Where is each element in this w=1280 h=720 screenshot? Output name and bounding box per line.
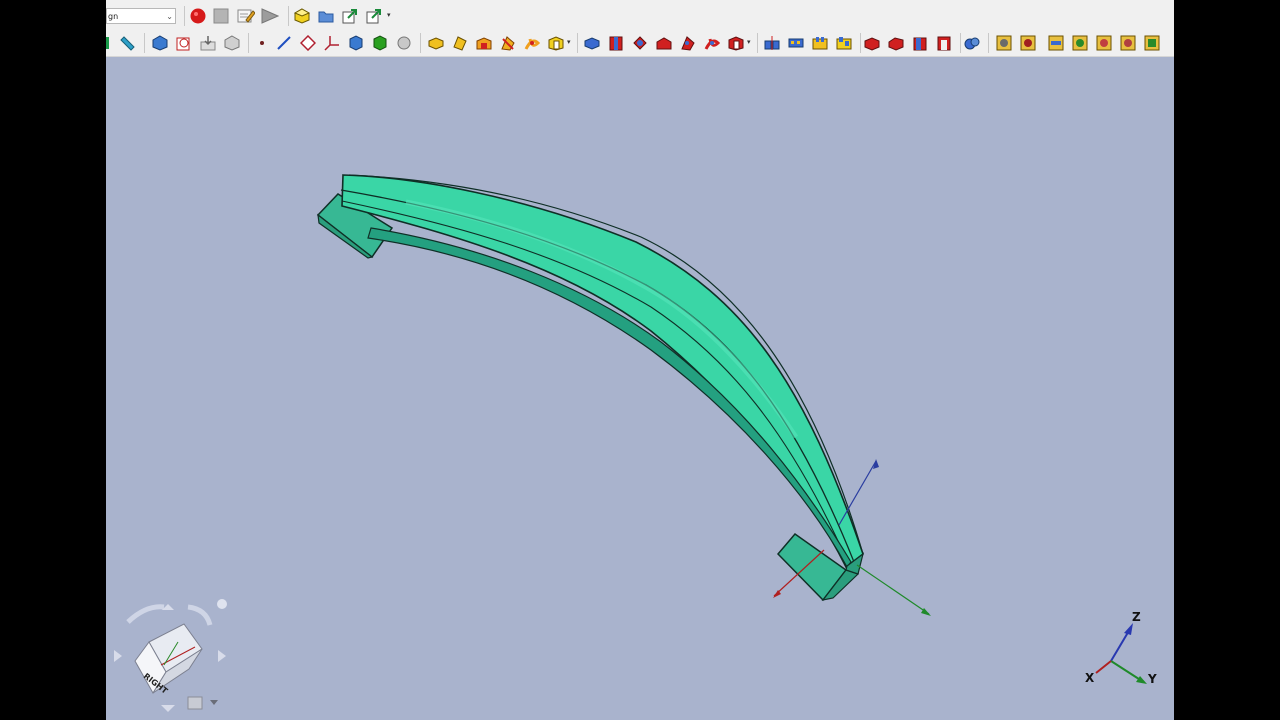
sprocket-icon[interactable] xyxy=(996,35,1012,51)
navigation-cube[interactable]: RIGHT xyxy=(114,599,227,712)
toolbar-separator xyxy=(184,6,185,26)
linear-pattern-icon[interactable] xyxy=(788,35,804,51)
settings-gear-icon[interactable] xyxy=(1120,35,1136,51)
multitransform-icon[interactable] xyxy=(836,35,852,51)
axis-z-label: Z xyxy=(1132,610,1141,624)
sheet-metal-icon[interactable] xyxy=(1144,35,1160,51)
rotate-right-icon xyxy=(218,650,226,662)
edit-macro-icon[interactable] xyxy=(237,8,255,24)
link-icon[interactable] xyxy=(342,8,358,24)
shape-binder-icon[interactable] xyxy=(348,35,364,51)
workbench-selector[interactable]: gn ⌄ xyxy=(106,8,176,24)
clone-icon[interactable] xyxy=(224,35,240,51)
involute-gear-icon[interactable] xyxy=(1020,35,1036,51)
chevron-down-icon[interactable]: ▾ xyxy=(387,11,391,19)
revolution-icon[interactable] xyxy=(452,35,468,51)
chevron-down-icon: ⌄ xyxy=(166,12,173,21)
draft-icon[interactable] xyxy=(912,35,928,51)
mirrored-icon[interactable] xyxy=(764,35,780,51)
datum-point-icon[interactable] xyxy=(254,35,270,51)
pocket-icon[interactable] xyxy=(584,35,600,51)
wizard-shaft-icon[interactable] xyxy=(1072,35,1088,51)
datum-plane-icon[interactable] xyxy=(300,35,316,51)
subtractive-pipe-icon[interactable] xyxy=(680,35,696,51)
handle-model[interactable] xyxy=(316,174,864,602)
toolbar-separator xyxy=(288,6,289,26)
shaft-design-icon[interactable] xyxy=(1048,35,1064,51)
rotate-down-icon xyxy=(161,705,175,712)
toolbar-edge-icon xyxy=(106,35,110,51)
chamfer-icon[interactable] xyxy=(888,35,904,51)
hole-icon[interactable] xyxy=(608,35,624,51)
body-icon[interactable] xyxy=(152,35,168,51)
subshape-binder-icon[interactable] xyxy=(372,35,388,51)
additive-helix-icon[interactable] xyxy=(524,35,540,51)
chevron-down-icon[interactable]: ▾ xyxy=(747,38,751,46)
stop-macro-icon[interactable] xyxy=(213,8,229,24)
axis-y-label: Y xyxy=(1147,672,1157,686)
axis-triad: Z Y X xyxy=(1085,610,1157,686)
additive-primitive-icon[interactable] xyxy=(548,35,564,51)
toolbar-separator xyxy=(420,33,421,53)
workbench-selector-value: gn xyxy=(108,12,119,21)
fillet-icon[interactable] xyxy=(864,35,880,51)
subtractive-loft-icon[interactable] xyxy=(656,35,672,51)
record-macro-icon[interactable] xyxy=(190,8,206,24)
part-container-icon[interactable] xyxy=(294,8,310,24)
toolbar-separator xyxy=(757,33,758,53)
pad-icon[interactable] xyxy=(428,35,444,51)
axis-x-label: X xyxy=(1085,671,1095,685)
groove-icon[interactable] xyxy=(632,35,648,51)
3d-viewport[interactable]: RIGHT Z Y X xyxy=(106,57,1174,720)
additive-pipe-icon[interactable] xyxy=(500,35,516,51)
boolean-icon[interactable] xyxy=(964,35,980,51)
view-menu-dot-icon xyxy=(217,599,227,609)
toolbar-separator xyxy=(988,33,989,53)
subtractive-primitive-icon[interactable] xyxy=(728,35,744,51)
rotate-left-icon xyxy=(114,650,122,662)
hole-wizard-icon[interactable] xyxy=(1096,35,1112,51)
additive-loft-icon[interactable] xyxy=(476,35,492,51)
toolbar-separator xyxy=(860,33,861,53)
create-sketch-icon[interactable] xyxy=(176,35,192,51)
chevron-down-icon[interactable]: ▾ xyxy=(567,38,571,46)
folder-icon[interactable] xyxy=(318,8,334,24)
toolbar-separator xyxy=(960,33,961,53)
toolbar-separator xyxy=(248,33,249,53)
execute-macro-icon[interactable] xyxy=(261,8,279,24)
toolbar-separator xyxy=(577,33,578,53)
thickness-icon[interactable] xyxy=(936,35,952,51)
datum-line-icon[interactable] xyxy=(276,35,292,51)
measure-icon[interactable] xyxy=(119,35,135,51)
polar-pattern-icon[interactable] xyxy=(812,35,828,51)
link-group-icon[interactable] xyxy=(366,8,382,24)
import-icon[interactable] xyxy=(200,35,216,51)
toolbar-top: gn ⌄ ▾ xyxy=(106,0,1174,30)
toolbar-bottom: ▾ ▾ xyxy=(106,30,1174,57)
clone-body-icon[interactable] xyxy=(396,35,412,51)
freecad-window: gn ⌄ ▾ ▾ ▾ RIGHT Z Y X xyxy=(106,0,1174,720)
local-coordinate-system-icon[interactable] xyxy=(324,35,340,51)
chevron-down-icon xyxy=(210,700,218,705)
toolbar-separator xyxy=(144,33,145,53)
subtractive-helix-icon[interactable] xyxy=(704,35,720,51)
view-cube-icon xyxy=(187,696,203,710)
